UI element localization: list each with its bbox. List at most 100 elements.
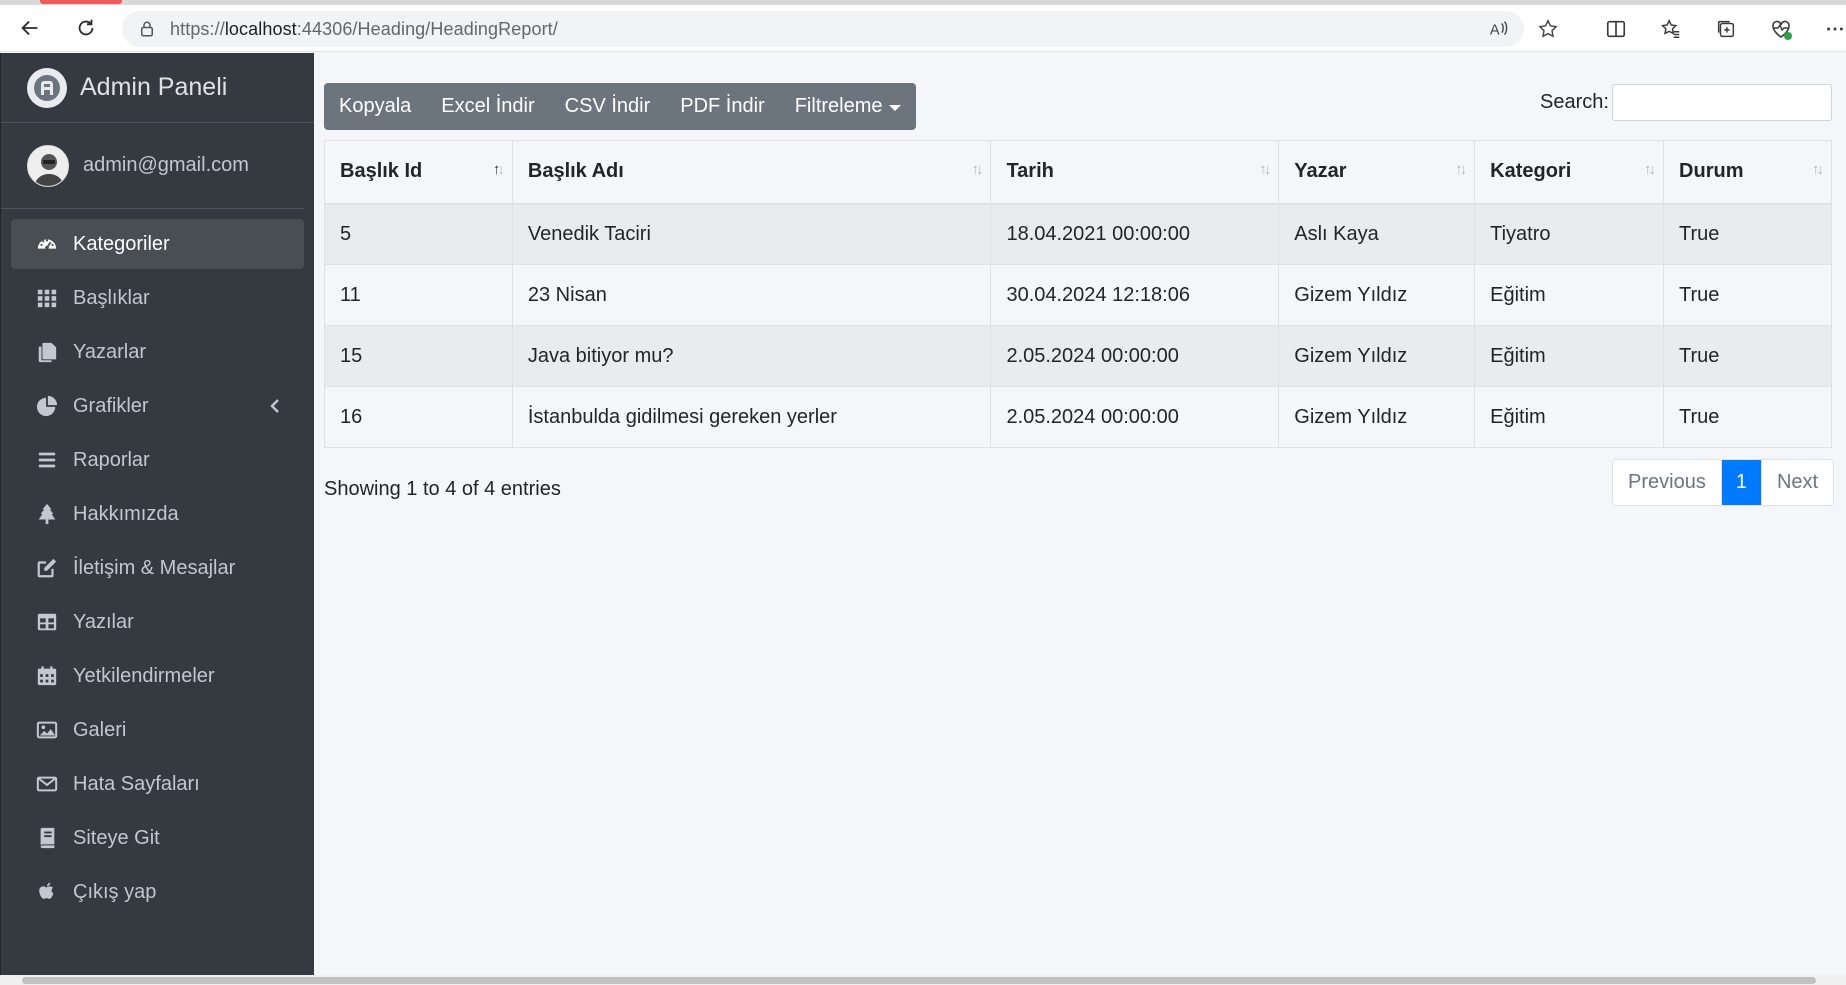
cell-date: 30.04.2024 12:18:06 <box>990 264 1280 326</box>
previous-page-button[interactable]: Previous <box>1613 460 1721 505</box>
apple-icon <box>35 880 59 904</box>
sidebar-item-galeri[interactable]: Galeri <box>11 705 304 755</box>
browser-health-icon[interactable] <box>1766 14 1796 44</box>
sort-icon: ↑↓ <box>1455 161 1467 178</box>
excel-download-button[interactable]: Excel İndir <box>426 83 549 130</box>
sidebar-item-label: Yazarlar <box>73 340 146 363</box>
cell-date: 18.04.2021 00:00:00 <box>990 203 1280 265</box>
page-1-button[interactable]: 1 <box>1720 460 1761 505</box>
sidebar-item-hata-sayfalari[interactable]: Hata Sayfaları <box>11 759 304 809</box>
cell-status: True <box>1663 325 1832 387</box>
cell-date: 2.05.2024 00:00:00 <box>990 386 1280 448</box>
sidebar-item-raporlar[interactable]: Raporlar <box>11 435 304 485</box>
sidebar-item-label: Başlıklar <box>73 286 150 309</box>
sidebar-item-iletisim[interactable]: İletişim & Mesajlar <box>11 543 304 593</box>
sidebar-item-label: Yetkilendirmeler <box>73 664 215 687</box>
split-screen-icon[interactable] <box>1601 14 1631 44</box>
table-info: Showing 1 to 4 of 4 entries <box>324 478 561 500</box>
cell-id: 15 <box>324 325 513 387</box>
sidebar-item-label: Galeri <box>73 718 127 741</box>
heading-report-table: Başlık Id ↑↓ Başlık Adı ↑↓ Tarih ↑↓ Yazar ↑↓… <box>324 140 1832 448</box>
sidebar-item-siteye-git[interactable]: Siteye Git <box>11 813 304 863</box>
sidebar-item-kategoriler[interactable]: Kategoriler <box>11 219 304 269</box>
book-icon <box>35 826 59 850</box>
active-tab-indicator[interactable] <box>40 0 122 4</box>
tab-strip <box>0 0 1846 5</box>
scrollbar-thumb[interactable] <box>22 977 1816 984</box>
column-header-kategori[interactable]: Kategori ↑↓ <box>1474 140 1665 205</box>
cell-title: Venedik Taciri <box>511 203 992 265</box>
edit-icon <box>35 556 59 580</box>
cell-id: 11 <box>324 264 513 326</box>
copy-icon <box>35 340 59 364</box>
filter-dropdown-button[interactable]: Filtreleme <box>780 83 916 130</box>
image-icon <box>35 718 59 742</box>
chevron-left-icon[interactable] <box>268 397 282 415</box>
address-bar[interactable]: https://localhost:44306/Heading/HeadingR… <box>122 11 1524 47</box>
horizontal-scrollbar[interactable] <box>0 975 1846 985</box>
svg-text:A: A <box>1490 23 1500 39</box>
sidebar-item-label: Hata Sayfaları <box>73 772 200 795</box>
sidebar-item-label: Çıkış yap <box>73 880 157 903</box>
column-header-durum[interactable]: Durum ↑↓ <box>1663 140 1832 205</box>
caret-down-icon <box>888 104 901 111</box>
table-row: 11 23 Nisan 30.04.2024 12:18:06 Gizem Yı… <box>324 264 1832 326</box>
column-header-baslik-adi[interactable]: Başlık Adı ↑↓ <box>511 140 992 205</box>
search-input[interactable] <box>1612 84 1832 121</box>
sort-icon: ↑↓ <box>1259 161 1271 178</box>
read-aloud-icon[interactable]: A <box>1486 16 1512 42</box>
sidebar-item-label: Kategoriler <box>73 232 170 255</box>
pagination: Previous 1 Next <box>1612 459 1835 506</box>
more-options-icon[interactable] <box>1820 14 1846 44</box>
next-page-button[interactable]: Next <box>1760 460 1833 505</box>
sidebar-item-label: Raporlar <box>73 448 150 471</box>
pdf-download-button[interactable]: PDF İndir <box>665 83 779 130</box>
cell-title: Java bitiyor mu? <box>511 325 992 387</box>
copy-button[interactable]: Kopyala <box>324 83 426 130</box>
user-email[interactable]: admin@gmail.com <box>83 154 249 177</box>
cell-id: 16 <box>324 386 513 448</box>
export-button-group: Kopyala Excel İndir CSV İndir PDF İndir … <box>324 83 916 130</box>
cell-author: Aslı Kaya <box>1278 203 1476 265</box>
cell-title: İstanbulda gidilmesi gereken yerler <box>511 386 992 448</box>
calendar-icon <box>35 664 59 688</box>
cell-id: 5 <box>324 203 513 265</box>
sidebar-menu: Kategoriler Başlıklar Yazarlar Grafikler… <box>1 209 314 917</box>
sidebar-item-label: Siteye Git <box>73 826 160 849</box>
csv-download-button[interactable]: CSV İndir <box>550 83 666 130</box>
table-row: 16 İstanbulda gidilmesi gereken yerler 2… <box>324 386 1832 448</box>
cell-author: Gizem Yıldız <box>1278 325 1476 387</box>
refresh-icon[interactable] <box>68 12 104 44</box>
sort-icon: ↑↓ <box>1812 161 1824 178</box>
column-header-yazar[interactable]: Yazar ↑↓ <box>1278 140 1476 205</box>
url-text: https://localhost:44306/Heading/HeadingR… <box>170 18 558 39</box>
lock-icon[interactable] <box>138 20 156 38</box>
tree-icon <box>35 502 59 526</box>
cell-category: Eğitim <box>1474 264 1665 326</box>
sidebar: Admin Paneli admin@gmail.com Kategoriler… <box>0 53 314 975</box>
brand-link[interactable]: Admin Paneli <box>1 53 314 123</box>
cell-category: Tiyatro <box>1474 203 1665 265</box>
favorites-icon[interactable] <box>1656 14 1686 44</box>
cell-status: True <box>1663 203 1832 265</box>
sort-icon: ↑↓ <box>1644 161 1656 178</box>
sidebar-item-hakkimizda[interactable]: Hakkımızda <box>11 489 304 539</box>
sidebar-item-grafikler[interactable]: Grafikler <box>11 381 304 431</box>
cell-category: Eğitim <box>1474 386 1665 448</box>
sidebar-item-yetkilendirmeler[interactable]: Yetkilendirmeler <box>11 651 304 701</box>
back-icon[interactable] <box>12 12 48 44</box>
collections-icon[interactable] <box>1711 14 1741 44</box>
sidebar-item-cikis-yap[interactable]: Çıkış yap <box>11 867 304 917</box>
browser-toolbar: https://localhost:44306/Heading/HeadingR… <box>0 0 1846 52</box>
cell-category: Eğitim <box>1474 325 1665 387</box>
sidebar-item-yazarlar[interactable]: Yazarlar <box>11 327 304 377</box>
bars-icon <box>35 448 59 472</box>
column-header-tarih[interactable]: Tarih ↑↓ <box>990 140 1280 205</box>
column-header-baslik-id[interactable]: Başlık Id ↑↓ <box>324 140 513 205</box>
sidebar-item-yazilar[interactable]: Yazılar <box>11 597 304 647</box>
avatar[interactable] <box>27 144 69 187</box>
favorite-star-icon[interactable] <box>1535 16 1561 42</box>
sidebar-item-basliklar[interactable]: Başlıklar <box>11 273 304 323</box>
sort-icon: ↑↓ <box>971 161 983 178</box>
sidebar-item-label: İletişim & Mesajlar <box>73 556 236 579</box>
